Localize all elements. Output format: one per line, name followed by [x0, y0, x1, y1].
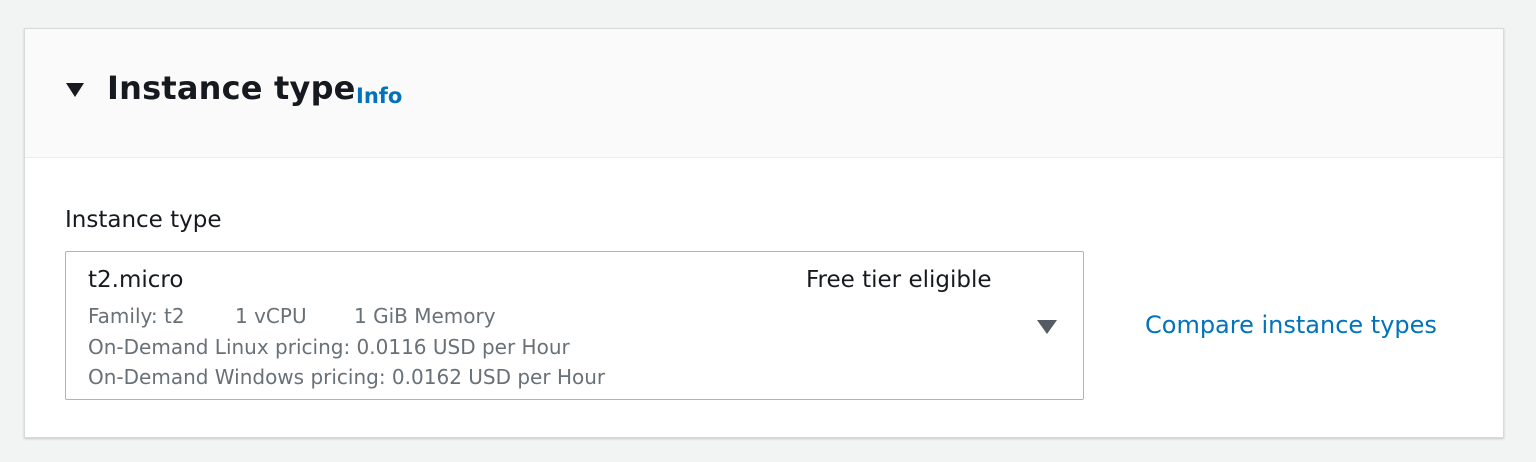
dropdown-caret-icon[interactable] — [1036, 319, 1058, 335]
instance-type-label: Instance type — [65, 207, 222, 233]
free-tier-badge: Free tier eligible — [806, 267, 992, 293]
compare-instance-types-link[interactable]: Compare instance types — [1145, 311, 1437, 339]
instance-memory: 1 GiB Memory — [354, 304, 496, 328]
linux-pricing: On-Demand Linux pricing: 0.0116 USD per … — [88, 335, 570, 359]
selected-instance-name: t2.micro — [88, 267, 184, 293]
instance-vcpu: 1 vCPU — [235, 304, 307, 328]
windows-pricing: On-Demand Windows pricing: 0.0162 USD pe… — [88, 365, 606, 389]
instance-type-select[interactable]: t2.micro Free tier eligible Family: t2 1… — [65, 251, 1084, 400]
info-link[interactable]: Info — [356, 84, 402, 108]
section-title[interactable]: Instance type — [107, 69, 356, 107]
instance-family: Family: t2 — [88, 304, 185, 328]
instance-type-panel: Instance type Info Instance type t2.micr… — [24, 28, 1504, 438]
panel-header[interactable]: Instance type Info — [25, 29, 1503, 158]
caret-down-icon[interactable] — [65, 82, 85, 98]
